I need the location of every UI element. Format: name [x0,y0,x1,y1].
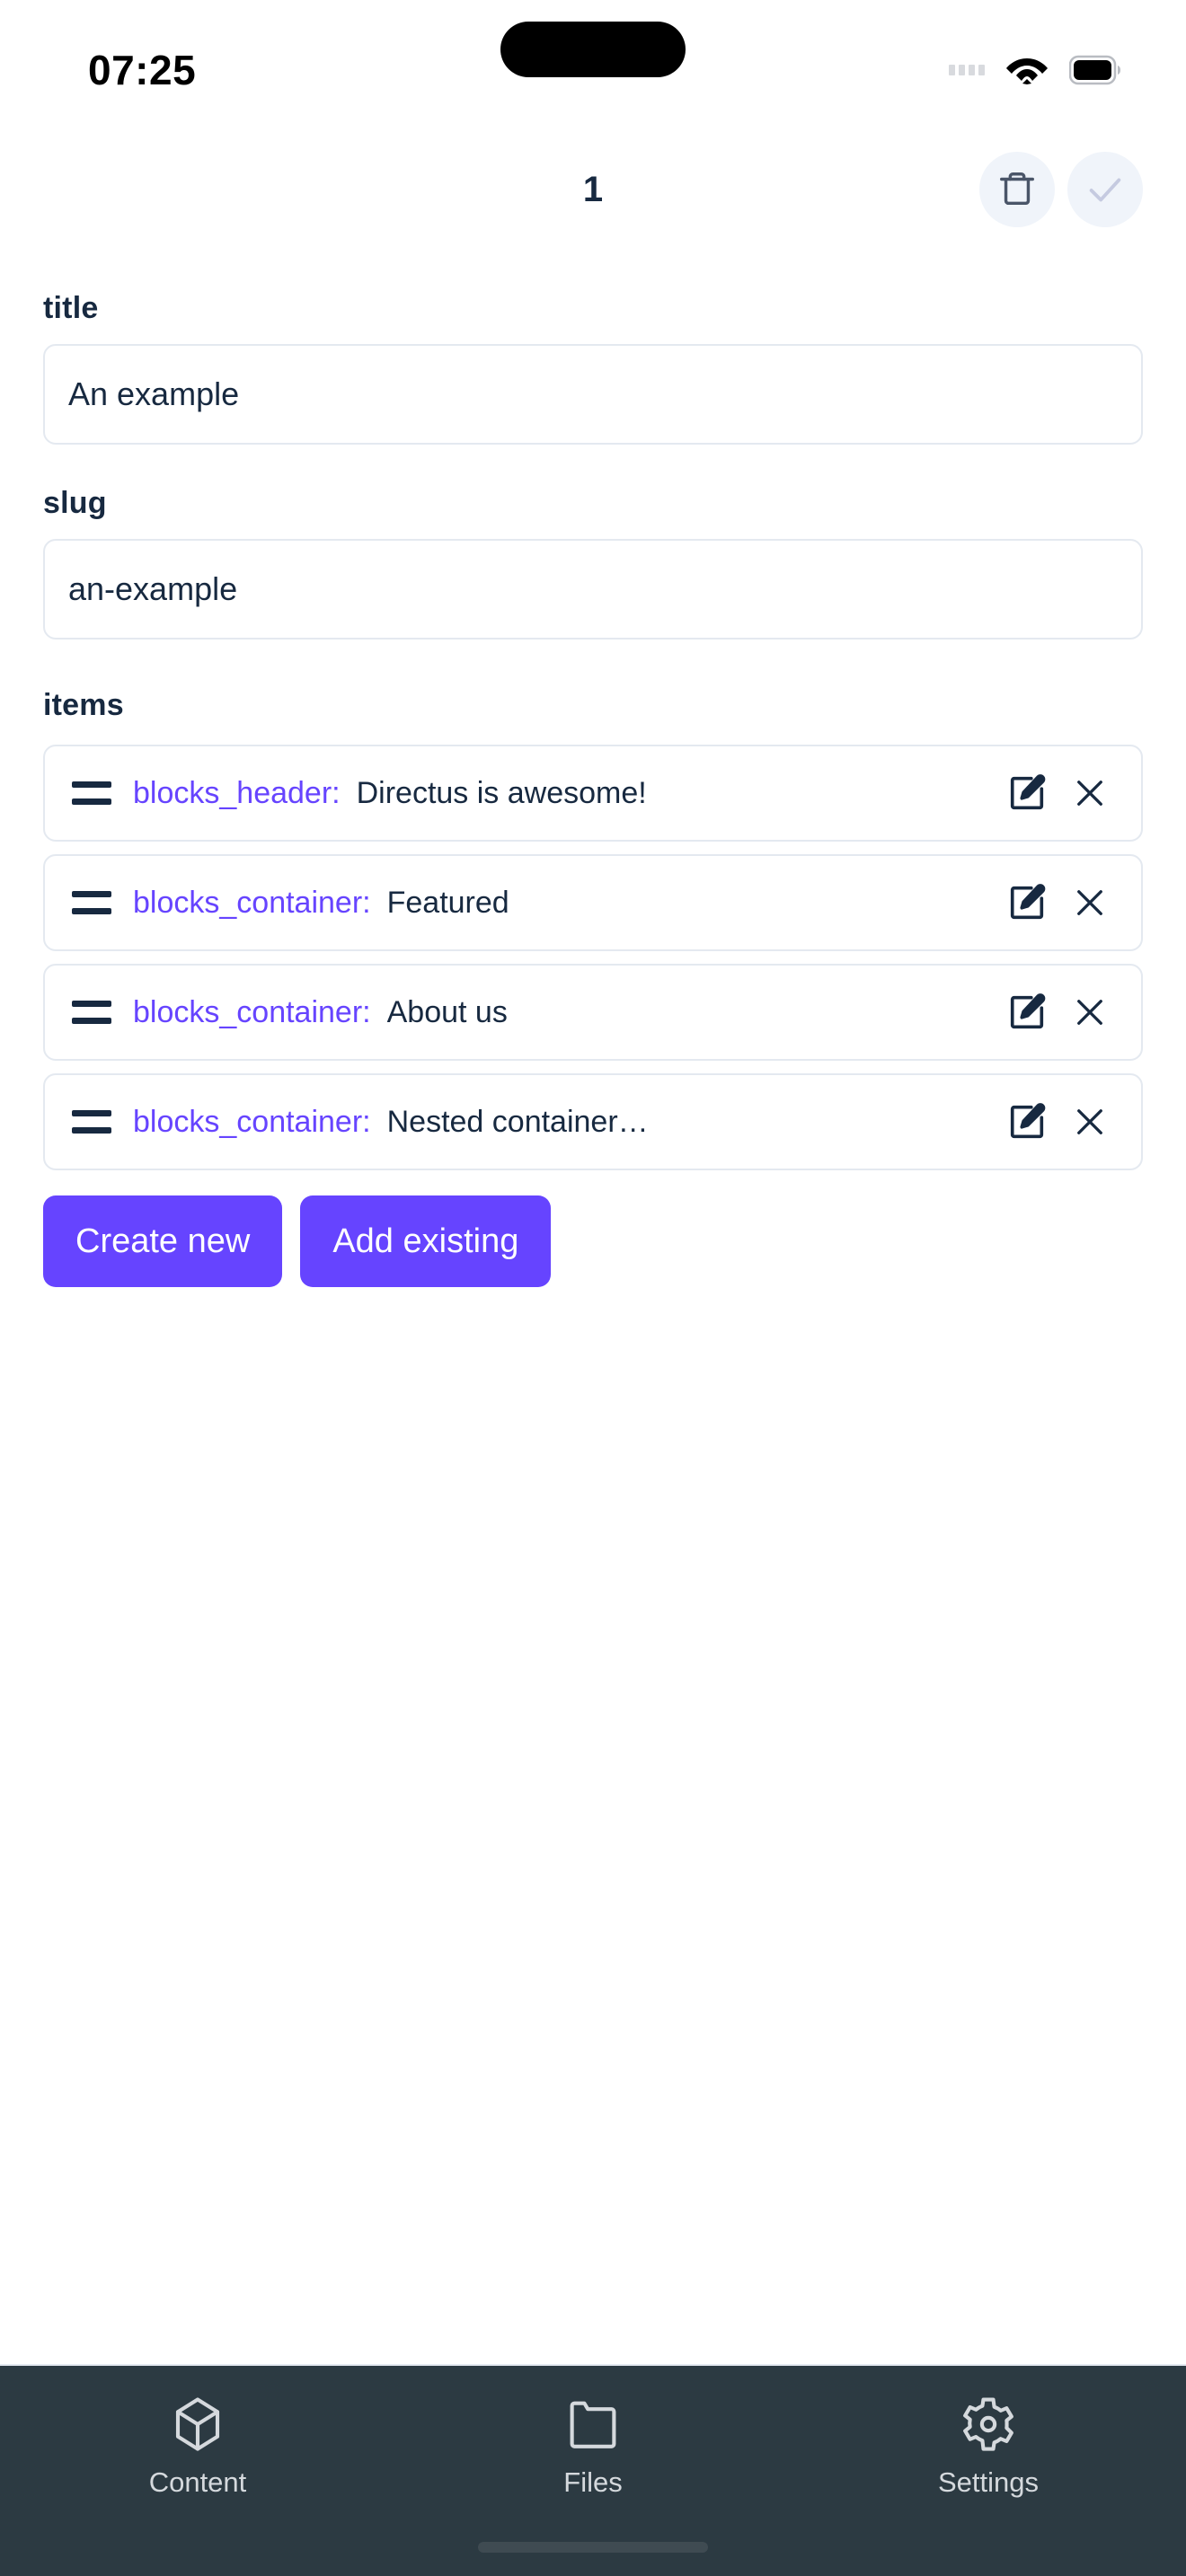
edit-square-icon [1010,774,1046,810]
nav-item-settings[interactable]: Settings [791,2395,1186,2499]
table-row[interactable]: blocks_header: Directus is awesome! [43,745,1143,842]
save-button[interactable] [1067,152,1143,227]
item-value-label: Directus is awesome! [356,775,647,810]
item-action-buttons: Create new Add existing [43,1195,1143,1287]
form-content: title slug items blocks_header: Directus… [0,244,1186,2364]
signal-dots-icon [949,65,985,75]
close-icon [1077,1000,1102,1025]
status-bar: 07:25 [0,0,1186,135]
items-list: blocks_header: Directus is awesome! bloc… [43,745,1143,1170]
remove-item-button[interactable] [1062,1094,1118,1150]
item-collection-label: blocks_header: [133,775,341,810]
nav-item-content[interactable]: Content [0,2395,395,2499]
home-indicator [478,2542,708,2553]
box-icon [175,2397,220,2451]
bottom-navigation: Content Files Settings [0,2364,1186,2576]
nav-item-files[interactable]: Files [395,2395,791,2499]
status-time: 07:25 [88,47,197,93]
field-label-items: items [43,688,124,722]
remove-item-button[interactable] [1062,984,1118,1040]
field-title: title [43,291,1143,445]
dynamic-island [500,22,686,77]
table-row[interactable]: blocks_container: About us [43,964,1143,1061]
slug-input[interactable] [43,539,1143,640]
field-label-slug: slug [43,486,107,520]
drag-handle-icon[interactable] [72,1110,111,1134]
check-icon [1089,178,1121,202]
field-label-title: title [43,291,99,325]
item-collection-label: blocks_container: [133,885,371,920]
field-items: items blocks_header: Directus is awesome… [43,688,1143,1287]
title-input[interactable] [43,344,1143,445]
edit-square-icon [1010,1103,1046,1139]
folder-icon [570,2401,616,2448]
item-value-label: About us [386,994,508,1029]
close-icon [1077,890,1102,915]
edit-item-button[interactable] [999,984,1055,1040]
item-collection-label: blocks_container: [133,1104,371,1139]
close-icon [1077,1109,1102,1134]
field-slug: slug [43,486,1143,640]
table-row[interactable]: blocks_container: Nested container… [43,1073,1143,1170]
gear-icon [963,2397,1013,2451]
item-value-label: Featured [386,885,509,920]
drag-handle-icon[interactable] [72,1001,111,1024]
remove-item-button[interactable] [1062,765,1118,821]
nav-label-settings: Settings [937,2466,1039,2498]
edit-item-button[interactable] [999,765,1055,821]
edit-square-icon [1010,993,1046,1029]
wifi-icon [1006,58,1048,84]
item-collection-label: blocks_container: [133,994,371,1029]
create-new-button[interactable]: Create new [43,1195,283,1287]
app-header: 1 [0,135,1186,244]
close-icon [1077,781,1102,806]
edit-square-icon [1010,884,1046,920]
trash-icon [1000,172,1034,206]
nav-label-files: Files [563,2466,623,2498]
nav-label-content: Content [148,2466,247,2498]
battery-icon [1069,55,1120,85]
item-value-label: Nested container… [386,1104,649,1139]
drag-handle-icon[interactable] [72,891,111,914]
remove-item-button[interactable] [1062,875,1118,931]
phone-screen: 07:25 1 title An example slug an-example… [0,0,1186,2576]
edit-item-button[interactable] [999,875,1055,931]
delete-button[interactable] [979,152,1055,227]
status-indicators [949,54,1121,86]
header-actions [979,152,1143,227]
drag-handle-icon[interactable] [72,781,111,805]
table-row[interactable]: blocks_container: Featured [43,854,1143,951]
add-existing-button[interactable]: Add existing [300,1195,552,1287]
edit-item-button[interactable] [999,1094,1055,1150]
